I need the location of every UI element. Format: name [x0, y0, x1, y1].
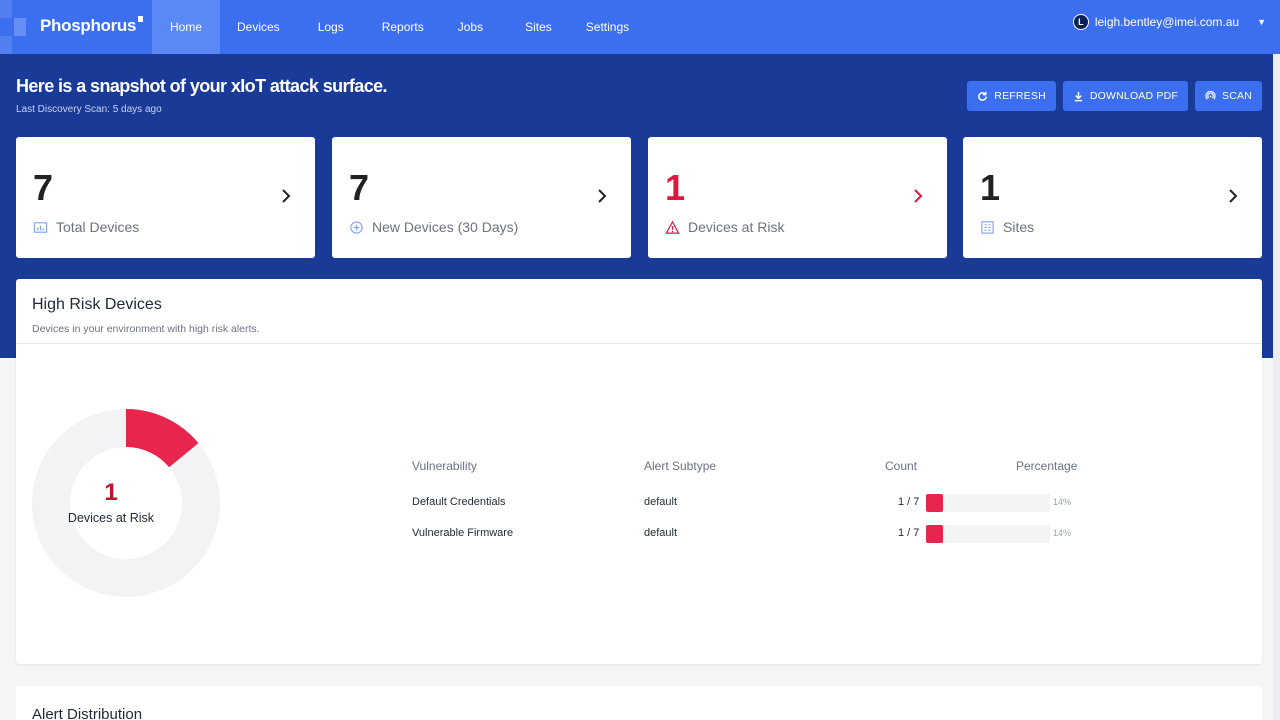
- column-header-subtype: Alert Subtype: [644, 459, 717, 473]
- total-devices-value: 7: [33, 167, 54, 208]
- nav-label: Logs: [317, 20, 344, 34]
- nav-label: Home: [169, 20, 202, 34]
- download-icon: [1074, 91, 1083, 101]
- scan-label: SCAN: [1222, 90, 1252, 102]
- chevron-right-icon: [598, 189, 607, 203]
- avatar: L: [1072, 14, 1089, 30]
- nav-label: Settings: [585, 20, 630, 34]
- card-label: Total Devices: [33, 219, 139, 235]
- devices-at-risk-label: Devices at Risk: [688, 219, 785, 235]
- nav-item-jobs[interactable]: Jobs: [444, 0, 509, 54]
- nav-item-home[interactable]: Home: [152, 0, 220, 54]
- high-risk-devices-panel: High Risk Devices Devices in your enviro…: [16, 279, 1262, 664]
- hero-actions: REFRESH DOWNLOAD PDF SCAN: [967, 81, 1262, 111]
- count: 1 / 7: [898, 496, 920, 508]
- top-navbar: Phosphorus Home Devices Logs Reports Job…: [0, 0, 1280, 54]
- vulnerability-name: Vulnerable Firmware: [412, 527, 514, 539]
- brand-mark-icon: [138, 16, 144, 22]
- percentage-bar: [926, 494, 1050, 512]
- count: 1 / 7: [898, 527, 920, 539]
- column-header-percentage: Percentage: [1016, 459, 1078, 473]
- table-row[interactable]: Vulnerable Firmware default 1 / 7 14%: [412, 524, 1112, 544]
- brand-logo[interactable]: Phosphorus: [40, 16, 144, 36]
- panel-subtitle: Devices in your environment with high ri…: [32, 323, 260, 335]
- chevron-right-icon: [282, 189, 291, 203]
- download-label: DOWNLOAD PDF: [1089, 90, 1179, 102]
- warning-icon: [665, 220, 680, 234]
- table-row[interactable]: Default Credentials default 1 / 7 14%: [412, 493, 1112, 513]
- user-menu[interactable]: L leigh.bentley@imei.com.au ▼: [1072, 14, 1266, 30]
- new-devices-label: New Devices (30 Days): [372, 219, 519, 235]
- nav-label: Reports: [381, 20, 424, 34]
- percentage-label: 14%: [1053, 528, 1072, 538]
- nav-label: Sites: [525, 20, 552, 34]
- nav-label: Devices: [237, 20, 280, 34]
- last-scan-text: Last Discovery Scan: 5 days ago: [16, 104, 162, 115]
- column-header-vulnerability: Vulnerability: [412, 459, 477, 473]
- refresh-label: REFRESH: [994, 90, 1046, 102]
- nav-item-sites[interactable]: Sites: [509, 0, 578, 54]
- download-pdf-button[interactable]: DOWNLOAD PDF: [1062, 81, 1189, 111]
- sites-value: 1: [980, 167, 1001, 208]
- chevron-right-icon: [1229, 189, 1238, 203]
- donut-label: Devices at Risk: [67, 511, 155, 525]
- nav-item-reports[interactable]: Reports: [368, 0, 444, 54]
- main-nav: Home Devices Logs Reports Jobs Sites Set…: [152, 0, 643, 54]
- chevron-down-icon: ▼: [1257, 17, 1266, 27]
- nav-item-settings[interactable]: Settings: [578, 0, 643, 54]
- percentage-bar: [926, 525, 1050, 543]
- add-circle-icon: [350, 220, 363, 234]
- devices-at-risk-value: 1: [665, 167, 686, 208]
- percentage-bar-fill: [926, 525, 944, 543]
- total-devices-card[interactable]: 7 Total Devices: [16, 137, 315, 258]
- devices-at-risk-card[interactable]: 1 Devices at Risk: [648, 137, 947, 258]
- scan-button[interactable]: SCAN: [1195, 81, 1262, 111]
- sites-card[interactable]: 1 Sites: [963, 137, 1262, 258]
- percentage-bar-fill: [926, 494, 944, 512]
- card-label: Sites: [980, 219, 1034, 235]
- nav-item-devices[interactable]: Devices: [220, 0, 297, 54]
- panel-title: High Risk Devices: [32, 296, 162, 313]
- refresh-button[interactable]: REFRESH: [967, 81, 1056, 111]
- card-label: New Devices (30 Days): [349, 219, 518, 235]
- sites-label: Sites: [1003, 219, 1035, 235]
- user-email: leigh.bentley@imei.com.au: [1094, 15, 1240, 29]
- scan-icon: [1205, 90, 1216, 100]
- alert-subtype: default: [644, 527, 678, 539]
- card-label: Devices at Risk: [665, 219, 784, 235]
- device-chart-icon: [33, 221, 48, 233]
- brand-name: Phosphorus: [40, 16, 137, 35]
- chevron-right-icon: [914, 189, 923, 203]
- decorative-squares: [0, 0, 40, 54]
- page-scrollbar[interactable]: [1273, 54, 1280, 720]
- percentage-label: 14%: [1053, 497, 1072, 507]
- nav-label: Jobs: [457, 20, 484, 34]
- new-devices-card[interactable]: 7 New Devices (30 Days): [332, 137, 631, 258]
- divider: [16, 343, 1262, 344]
- donut-value: 1: [104, 479, 118, 506]
- alert-subtype: default: [644, 496, 678, 508]
- nav-item-logs[interactable]: Logs: [297, 0, 368, 54]
- column-header-count: Count: [885, 459, 918, 473]
- vulnerability-name: Default Credentials: [412, 496, 506, 508]
- new-devices-value: 7: [349, 167, 370, 208]
- total-devices-label: Total Devices: [56, 219, 140, 235]
- page-title: Here is a snapshot of your xIoT attack s…: [16, 76, 388, 96]
- building-icon: [981, 220, 994, 234]
- panel-title: Alert Distribution: [32, 706, 143, 720]
- alert-distribution-panel: Alert Distribution: [16, 686, 1262, 720]
- refresh-icon: [978, 91, 988, 101]
